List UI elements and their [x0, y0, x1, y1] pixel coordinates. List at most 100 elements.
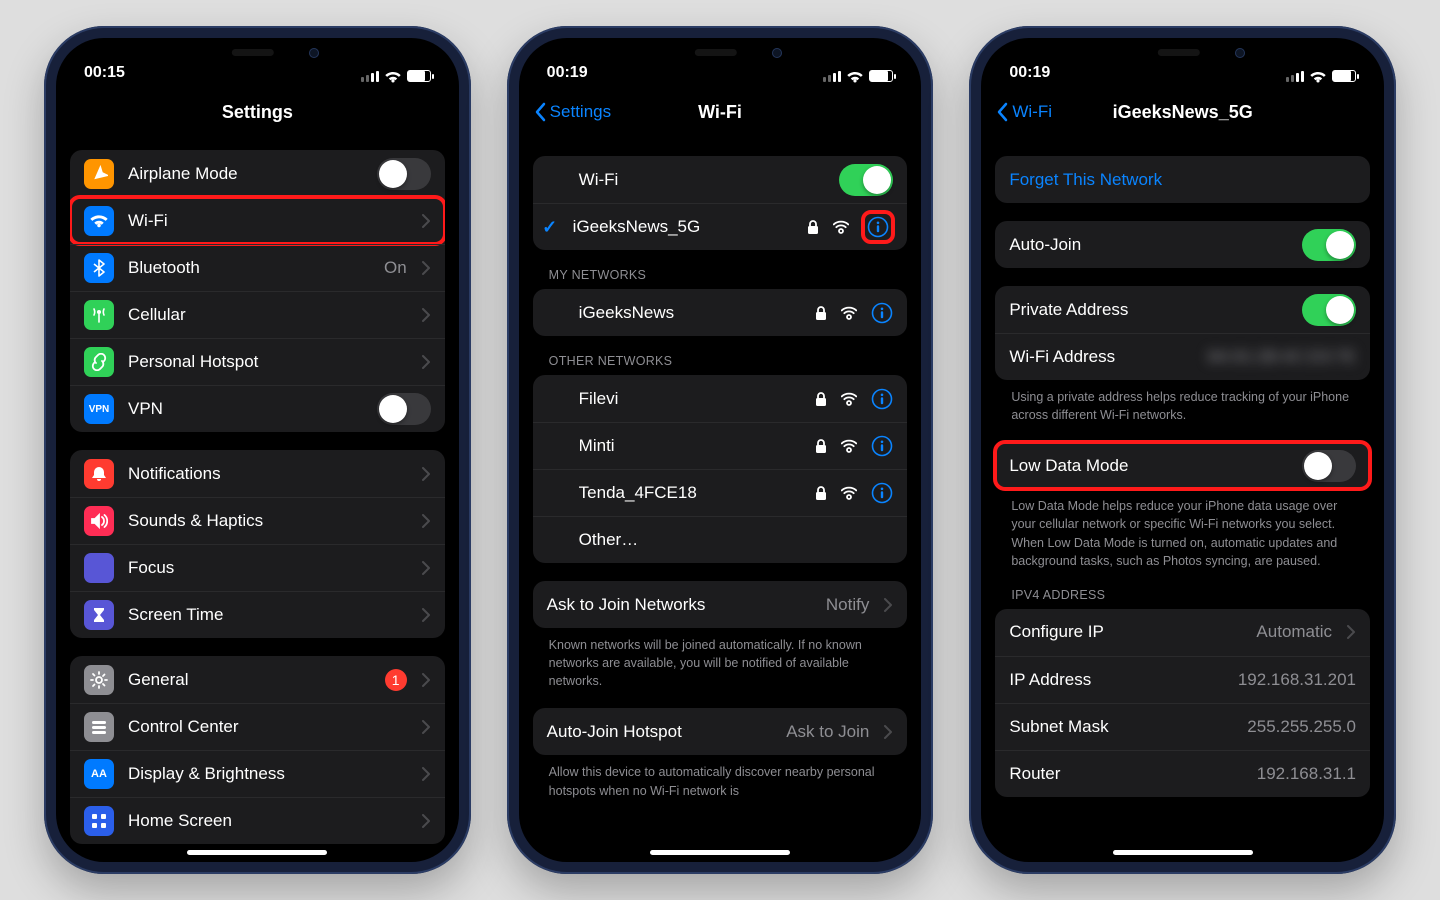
phone-network-details: 00:19 Wi-Fi iGeeksNews_5G Forget This Ne…	[969, 26, 1396, 874]
row-value: Notify	[826, 595, 869, 615]
row-other-network[interactable]: Filevi	[533, 375, 908, 422]
row-label: Auto-Join	[1009, 235, 1288, 255]
row-screen-time[interactable]: Screen Time	[70, 591, 445, 638]
lock-icon	[807, 220, 819, 234]
row-ask-to-join[interactable]: Ask to Join Networks Notify	[533, 581, 908, 628]
auto-join-toggle[interactable]	[1302, 229, 1356, 261]
row-router: Router 192.168.31.1	[995, 750, 1370, 797]
chevron-right-icon	[421, 214, 431, 228]
hotspot-icon	[84, 347, 114, 377]
sound-icon	[84, 506, 114, 536]
row-label: Screen Time	[128, 605, 407, 625]
row-cellular[interactable]: Cellular	[70, 291, 445, 338]
row-auto-join[interactable]: Auto-Join	[995, 221, 1370, 268]
row-wifi[interactable]: Wi-Fi	[70, 197, 445, 244]
row-label: Airplane Mode	[128, 164, 363, 184]
bluetooth-icon	[84, 253, 114, 283]
row-label: Sounds & Haptics	[128, 511, 407, 531]
row-personal-hotspot[interactable]: Personal Hotspot	[70, 338, 445, 385]
settings-list[interactable]: Airplane Mode Wi-Fi Bluetooth On	[56, 138, 459, 862]
back-button[interactable]: Settings	[533, 102, 611, 122]
cell-signal-icon	[823, 71, 841, 82]
row-forget-network[interactable]: Forget This Network	[995, 156, 1370, 203]
network-name: Filevi	[579, 389, 802, 409]
lock-icon	[815, 392, 827, 406]
nav-bar: Wi-Fi iGeeksNews_5G	[981, 86, 1384, 138]
network-info-button[interactable]	[871, 435, 893, 457]
row-vpn[interactable]: VPN VPN	[70, 385, 445, 432]
vpn-toggle[interactable]	[377, 393, 431, 425]
row-other-network[interactable]: Minti	[533, 422, 908, 469]
network-info-button[interactable]	[871, 388, 893, 410]
network-name: Other…	[579, 530, 894, 550]
wifi-list[interactable]: Wi-Fi ✓ iGeeksNews_5G MY NE	[519, 138, 922, 862]
footnote-low-data: Low Data Mode helps reduce your iPhone d…	[995, 489, 1370, 570]
section-header-other-networks: OTHER NETWORKS	[533, 354, 908, 375]
notch	[630, 38, 810, 68]
low-data-mode-toggle[interactable]	[1302, 450, 1356, 482]
row-wifi-address: Wi-Fi Address 8A:91:2B:4C:D3:7E	[995, 333, 1370, 380]
row-value: 192.168.31.1	[1257, 764, 1356, 784]
row-connected-network[interactable]: ✓ iGeeksNews_5G	[533, 203, 908, 250]
row-bluetooth[interactable]: Bluetooth On	[70, 244, 445, 291]
row-control-center[interactable]: Control Center	[70, 703, 445, 750]
row-wifi-master[interactable]: Wi-Fi	[533, 156, 908, 203]
row-label: Auto-Join Hotspot	[547, 722, 773, 742]
network-details[interactable]: Forget This Network Auto-Join Private Ad…	[981, 138, 1384, 862]
row-notifications[interactable]: Notifications	[70, 450, 445, 497]
row-known-network[interactable]: iGeeksNews	[533, 289, 908, 336]
network-info-button[interactable]	[871, 482, 893, 504]
chevron-right-icon	[421, 720, 431, 734]
row-general[interactable]: General 1	[70, 656, 445, 703]
back-button[interactable]: Wi-Fi	[995, 102, 1052, 122]
row-label: VPN	[128, 399, 363, 419]
phone-wifi-list: 00:19 Settings Wi-Fi Wi-Fi	[507, 26, 934, 874]
row-display-brightness[interactable]: AA Display & Brightness	[70, 750, 445, 797]
home-indicator[interactable]	[650, 850, 790, 855]
chevron-right-icon	[421, 467, 431, 481]
wifi-toggle[interactable]	[839, 164, 893, 196]
row-label: Bluetooth	[128, 258, 370, 278]
screen: 00:15 Settings Airplane Mode	[56, 38, 459, 862]
row-configure-ip[interactable]: Configure IP Automatic	[995, 609, 1370, 656]
row-airplane-mode[interactable]: Airplane Mode	[70, 150, 445, 197]
battery-icon	[407, 70, 431, 82]
phone-settings: 00:15 Settings Airplane Mode	[44, 26, 471, 874]
footnote-private-address: Using a private address helps reduce tra…	[995, 380, 1370, 424]
chevron-right-icon	[883, 598, 893, 612]
hourglass-icon	[84, 600, 114, 630]
row-private-address[interactable]: Private Address	[995, 286, 1370, 333]
network-name: iGeeksNews	[579, 303, 802, 323]
network-info-button[interactable]	[871, 302, 893, 324]
cellular-icon	[84, 300, 114, 330]
row-label: Low Data Mode	[1009, 456, 1288, 476]
home-indicator[interactable]	[187, 850, 327, 855]
row-label: Focus	[128, 558, 407, 578]
home-indicator[interactable]	[1113, 850, 1253, 855]
cell-signal-icon	[361, 71, 379, 82]
network-info-button[interactable]	[863, 212, 893, 242]
wifi-signal-icon	[841, 392, 857, 406]
row-auto-join-hotspot[interactable]: Auto-Join Hotspot Ask to Join	[533, 708, 908, 755]
row-low-data-mode[interactable]: Low Data Mode	[995, 442, 1370, 489]
private-address-toggle[interactable]	[1302, 294, 1356, 326]
row-home-screen[interactable]: Home Screen	[70, 797, 445, 844]
airplane-toggle[interactable]	[377, 158, 431, 190]
nav-bar: Settings Wi-Fi	[519, 86, 922, 138]
row-other-network-manual[interactable]: Other…	[533, 516, 908, 563]
chevron-right-icon	[421, 673, 431, 687]
status-time: 00:19	[547, 64, 588, 82]
footnote-auto: Allow this device to automatically disco…	[533, 755, 908, 799]
gear-icon	[84, 665, 114, 695]
row-sounds-haptics[interactable]: Sounds & Haptics	[70, 497, 445, 544]
row-value: Automatic	[1256, 622, 1332, 642]
chevron-right-icon	[421, 561, 431, 575]
back-label: Wi-Fi	[1012, 102, 1052, 122]
status-time: 00:15	[84, 64, 125, 82]
row-other-network[interactable]: Tenda_4FCE18	[533, 469, 908, 516]
row-focus[interactable]: Focus	[70, 544, 445, 591]
battery-icon	[1332, 70, 1356, 82]
row-label: Wi-Fi	[579, 170, 826, 190]
row-ip-address: IP Address 192.168.31.201	[995, 656, 1370, 703]
vpn-icon: VPN	[84, 394, 114, 424]
